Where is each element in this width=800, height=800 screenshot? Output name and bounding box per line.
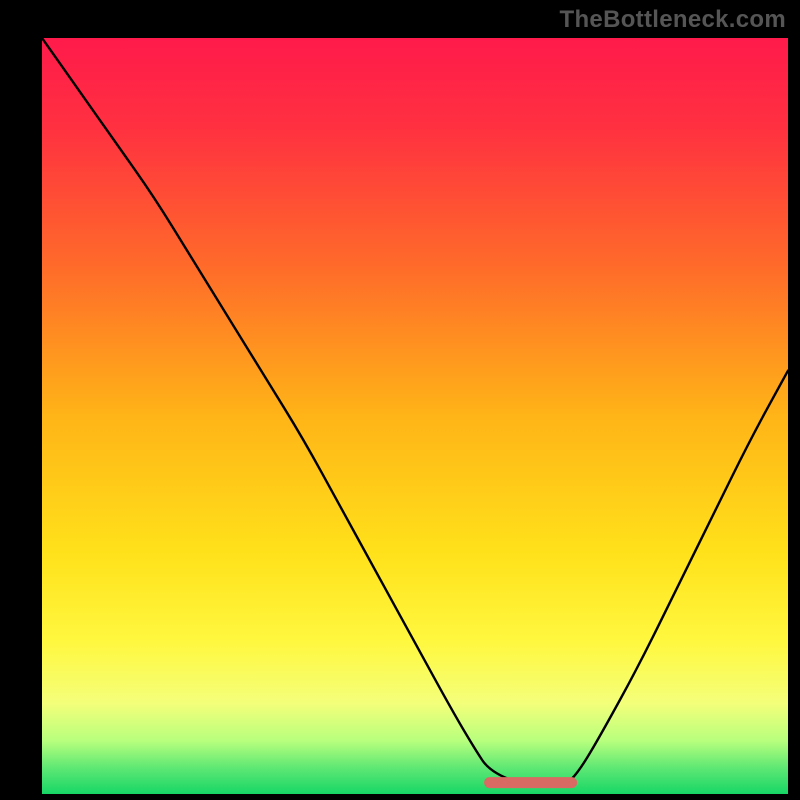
plot-area <box>42 38 788 794</box>
chart-frame: TheBottleneck.com <box>0 0 800 800</box>
watermark-text: TheBottleneck.com <box>560 6 786 34</box>
bottleneck-chart <box>42 38 788 794</box>
